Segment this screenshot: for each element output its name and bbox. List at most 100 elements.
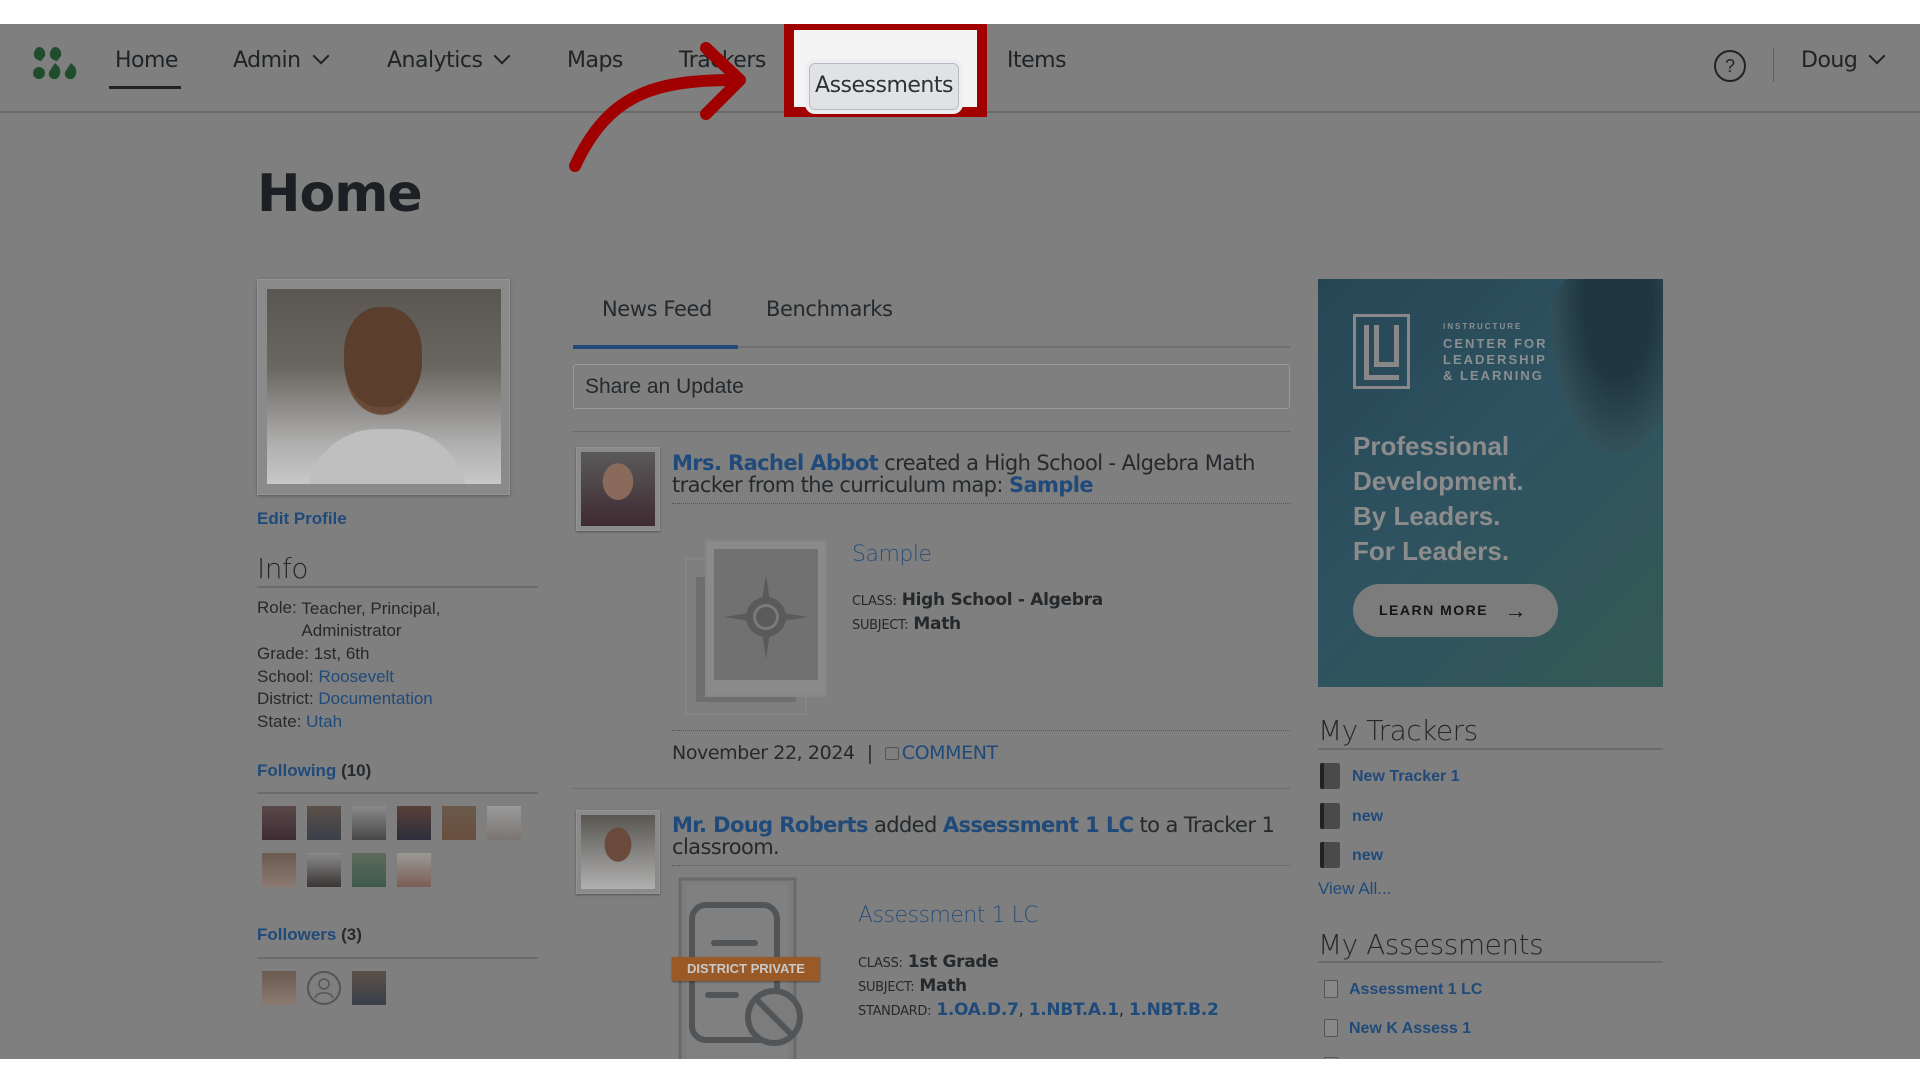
assessment-link[interactable]: New K Assess 1 [1349, 1020, 1471, 1038]
share-update-input[interactable] [573, 364, 1290, 409]
subject-value: Math [919, 976, 967, 996]
state-link[interactable]: Utah [306, 712, 342, 731]
standard-link[interactable]: 1.NBT.B.2 [1129, 1000, 1219, 1020]
nav-assessments-label: Assessments [815, 73, 953, 98]
cll-logo-icon [1353, 314, 1410, 389]
my-trackers-heading: My Trackers [1318, 714, 1478, 747]
comment-icon[interactable] [884, 747, 899, 760]
following-avatar[interactable] [262, 853, 296, 887]
nav-admin-label: Admin [233, 48, 301, 73]
ad-banner[interactable]: INSTRUCTURE CENTER FOR LEADERSHIP & LEAR… [1318, 279, 1663, 687]
top-nav-bar: Home Admin Analytics Maps Trackers Asses… [0, 24, 1920, 117]
info-role: Role: Teacher, Principal, Administrator [257, 598, 501, 642]
ad-org-line: CENTER FOR [1443, 336, 1548, 351]
following-avatar[interactable] [307, 806, 341, 840]
nav-maps[interactable]: Maps [567, 48, 623, 73]
nav-maps-label: Maps [567, 48, 623, 73]
nav-home[interactable]: Home [115, 48, 178, 73]
divider [1318, 748, 1663, 750]
subject-label: Subject: [858, 980, 915, 995]
document-icon [1324, 1057, 1338, 1059]
feed-object-link[interactable]: Assessment 1 LC [943, 813, 1134, 837]
following-avatar[interactable] [487, 806, 521, 840]
following-avatar[interactable] [442, 806, 476, 840]
dotted-divider [672, 730, 1290, 731]
divider [257, 792, 538, 794]
ad-headline-line: By Leaders. [1353, 501, 1501, 531]
class-label: Class: [852, 594, 897, 609]
card-title-link[interactable]: Sample [852, 542, 932, 567]
grade-value: 1st, 6th [313, 644, 370, 663]
nav-trackers[interactable]: Trackers [679, 48, 766, 73]
district-label: District: [257, 689, 314, 708]
nav-home-label: Home [115, 48, 178, 73]
grade-label: Grade: [257, 644, 309, 663]
class-value: 1st Grade [907, 952, 999, 972]
ad-headline-line: For Leaders. [1353, 536, 1510, 566]
feed-actor-link[interactable]: Mr. Doug Roberts [672, 813, 868, 837]
edit-profile-link[interactable]: Edit Profile [257, 509, 347, 529]
following-avatar[interactable] [307, 853, 341, 887]
header-divider [1773, 48, 1774, 82]
tab-news-feed[interactable]: News Feed [602, 297, 712, 321]
tab-benchmarks[interactable]: Benchmarks [766, 297, 893, 321]
followers-link[interactable]: Followers [257, 925, 336, 944]
tracker-notebook-icon [1320, 842, 1340, 868]
followers-heading: Followers (3) [257, 925, 362, 945]
app-logo-icon[interactable] [33, 47, 85, 81]
view-all-trackers-link[interactable]: View All... [1318, 879, 1391, 899]
document-icon [1324, 980, 1338, 998]
class-label: Class: [858, 956, 903, 971]
school-link[interactable]: Roosevelt [318, 667, 394, 686]
card-title-link[interactable]: Assessment 1 LC [858, 903, 1039, 928]
ad-org-line: LEADERSHIP [1443, 352, 1547, 367]
user-menu[interactable]: Doug [1801, 47, 1886, 73]
following-avatar[interactable] [397, 806, 431, 840]
comment-link[interactable]: COMMENT [902, 742, 998, 764]
tracker-notebook-icon [1320, 763, 1340, 789]
tracker-link[interactable]: new [1352, 847, 1383, 865]
nav-admin[interactable]: Admin [233, 47, 330, 73]
card-standard: Standard: 1.OA.D.7, 1.NBT.A.1, 1.NBT.B.2 [858, 1000, 1219, 1020]
tracker-link[interactable]: new [1352, 808, 1383, 826]
tracker-link[interactable]: New Tracker 1 [1352, 768, 1460, 786]
ad-headline-line: Development. [1353, 466, 1524, 496]
curriculum-map-icon[interactable] [684, 539, 829, 717]
assessment-link[interactable]: Assessment 1 LC [1349, 981, 1482, 999]
follower-avatar[interactable] [352, 971, 386, 1005]
following-avatar[interactable] [397, 853, 431, 887]
nav-assessments[interactable]: Assessments [809, 63, 959, 110]
nav-analytics[interactable]: Analytics [387, 47, 511, 73]
dotted-divider [672, 865, 1290, 866]
info-state: State: Utah [257, 712, 342, 732]
feed-actor-link[interactable]: Mrs. Rachel Abbot [672, 451, 879, 475]
ad-photo [1538, 279, 1663, 479]
follower-avatar[interactable] [262, 971, 296, 1005]
following-avatar[interactable] [352, 806, 386, 840]
help-icon[interactable]: ? [1714, 50, 1746, 82]
standard-link[interactable]: 1.OA.D.7 [936, 1000, 1019, 1020]
divider [573, 431, 1290, 432]
following-avatar[interactable] [262, 806, 296, 840]
following-avatar[interactable] [352, 853, 386, 887]
chevron-down-icon [493, 47, 511, 65]
role-label: Role: [257, 598, 297, 617]
following-link[interactable]: Following [257, 761, 336, 780]
default-user-avatar-icon[interactable] [307, 971, 341, 1005]
info-district: District: Documentation [257, 689, 433, 709]
following-heading: Following (10) [257, 761, 371, 781]
school-label: School: [257, 667, 314, 686]
learn-more-button[interactable]: LEARN MORE → [1353, 584, 1558, 637]
nav-items-label: Items [1007, 48, 1067, 73]
nav-trackers-label: Trackers [679, 48, 766, 73]
standard-link[interactable]: 1.NBT.A.1 [1029, 1000, 1119, 1020]
subject-label: Subject: [852, 618, 909, 633]
feed-object-link[interactable]: Sample [1009, 473, 1094, 497]
district-link[interactable]: Documentation [318, 689, 432, 708]
ad-org-line: & LEARNING [1443, 368, 1544, 383]
nav-active-indicator [109, 86, 181, 89]
feed-avatar[interactable] [576, 447, 660, 531]
feed-avatar[interactable] [576, 810, 660, 894]
nav-items[interactable]: Items [1007, 48, 1067, 73]
feed-item-text: Mrs. Rachel Abbot created a High School … [672, 452, 1290, 496]
